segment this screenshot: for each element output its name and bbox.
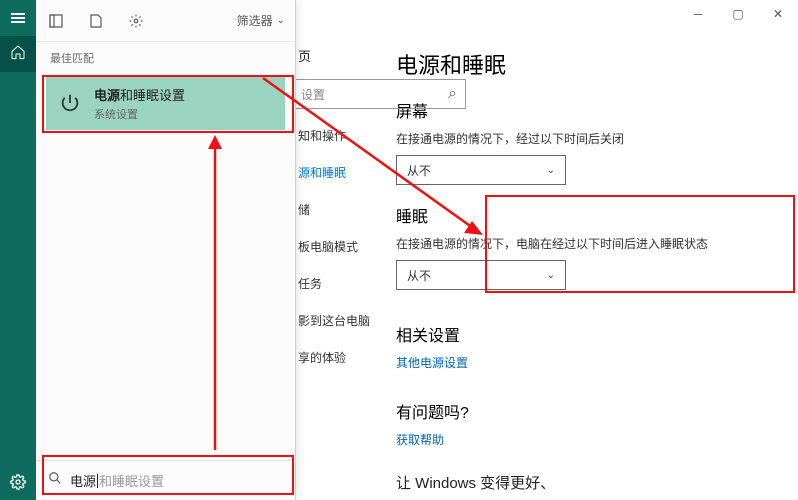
related-heading: 相关设置 [396, 322, 778, 346]
chevron-down-icon: ⌄ [547, 270, 555, 281]
window-controls: ─ ▢ ✕ [678, 0, 798, 28]
home-button[interactable] [0, 36, 36, 72]
page-title: 电源和睡眠 [396, 48, 778, 80]
start-search-panel: 筛选器 ⌄ 最佳匹配 电源和睡眠设置 系统设置 电源和睡眠设置 [36, 0, 296, 500]
result-subtitle: 系统设置 [94, 106, 185, 122]
promo-text: 让 Windows 变得更好、 [396, 472, 778, 493]
other-power-settings-link[interactable]: 其他电源设置 [396, 354, 778, 371]
settings-search-placeholder: 设置 [301, 86, 325, 103]
settings-search-input[interactable]: 设置 ⌕ [292, 79, 466, 109]
search-icon: ⌕ [448, 85, 457, 103]
settings-gear-button[interactable] [0, 464, 36, 500]
filter-label: 筛选器 [237, 12, 273, 29]
chevron-down-icon: ⌄ [277, 15, 285, 26]
search-icon [48, 471, 62, 490]
best-match-label: 最佳匹配 [36, 42, 295, 72]
result-title: 电源和睡眠设置 [94, 85, 185, 104]
get-help-link[interactable]: 获取帮助 [396, 431, 778, 448]
taskbar [0, 0, 36, 500]
search-result-power-sleep[interactable]: 电源和睡眠设置 系统设置 [46, 76, 285, 130]
window-titlebar[interactable]: 设置 ─ ▢ ✕ [240, 0, 798, 28]
gear-icon[interactable] [116, 0, 156, 42]
maximize-button[interactable]: ▢ [718, 0, 758, 28]
chevron-down-icon: ⌄ [547, 165, 555, 176]
filter-button[interactable]: 筛选器 ⌄ [237, 12, 285, 29]
sleep-desc: 在接通电源的情况下，电脑在经过以下时间后进入睡眠状态 [396, 235, 778, 252]
sleep-timeout-value: 从不 [407, 267, 431, 284]
document-icon[interactable] [76, 0, 116, 42]
sleep-timeout-dropdown[interactable]: 从不 ⌄ [396, 260, 566, 290]
screen-timeout-dropdown[interactable]: 从不 ⌄ [396, 155, 566, 185]
search-text: 电源和睡眠设置 [70, 471, 164, 490]
screen-timeout-value: 从不 [407, 162, 431, 179]
hamburger-button[interactable] [0, 0, 36, 36]
recent-icon[interactable] [36, 0, 76, 42]
start-header: 筛选器 ⌄ [36, 0, 295, 42]
question-heading: 有问题吗? [396, 399, 778, 423]
screen-desc: 在接通电源的情况下，经过以下时间后关闭 [396, 130, 778, 147]
close-button[interactable]: ✕ [758, 0, 798, 28]
sleep-heading: 睡眠 [396, 203, 778, 227]
settings-window: 设置 ─ ▢ ✕ 页 设置 ⌕ 知和操作源和睡眠储板电脑模式任务影到这台电脑享的… [240, 0, 798, 500]
start-search-box[interactable]: 电源和睡眠设置 [36, 460, 295, 500]
minimize-button[interactable]: ─ [678, 0, 718, 28]
power-icon [56, 89, 84, 117]
